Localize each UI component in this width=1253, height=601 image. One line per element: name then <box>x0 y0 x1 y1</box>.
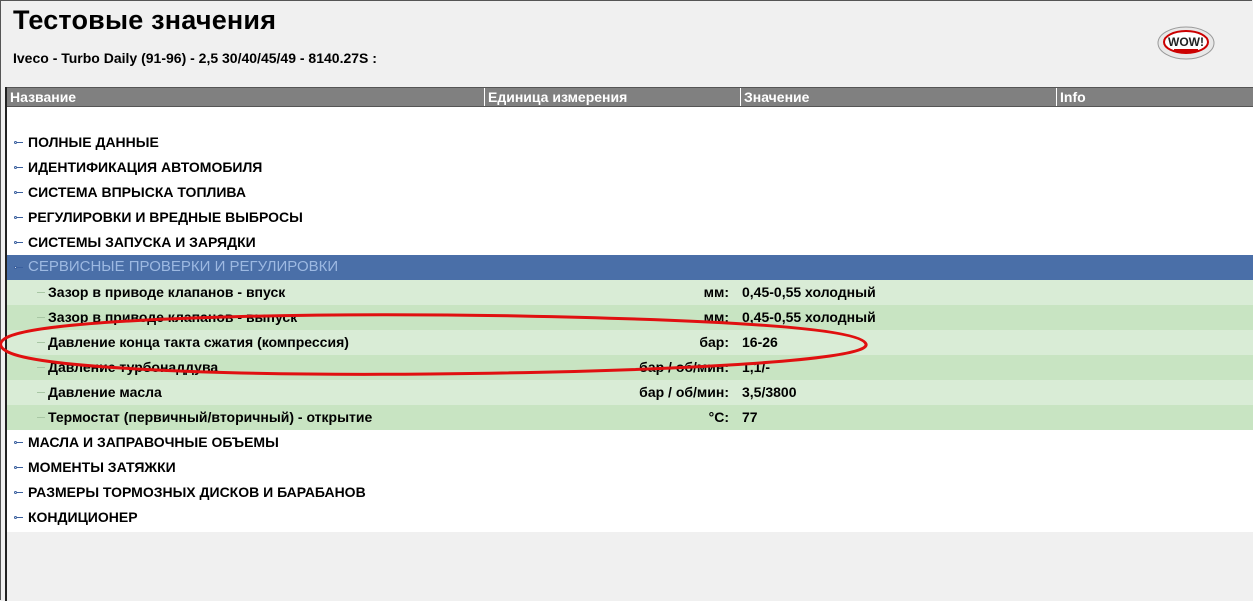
tree-branch-stub <box>37 417 45 418</box>
page-title: Тестовые значения <box>13 5 277 35</box>
item-value: 0,45-0,55 холодный <box>742 284 876 300</box>
item-unit: мм: <box>703 309 729 325</box>
tree-node-icon <box>14 441 23 445</box>
tree-node-icon <box>14 266 23 270</box>
tree-node-icon <box>14 166 23 170</box>
tree-group-label: КОНДИЦИОНЕР <box>28 509 138 525</box>
item-name: Давление конца такта сжатия (компрессия) <box>48 334 349 350</box>
tree-group-service-checks[interactable]: СЕРВИСНЫЕ ПРОВЕРКИ И РЕГУЛИРОВКИ <box>7 255 1253 280</box>
column-info-header[interactable]: Info <box>1056 88 1253 106</box>
item-unit: мм: <box>703 284 729 300</box>
item-value: 16-26 <box>742 334 778 350</box>
column-value-header[interactable]: Значение <box>740 88 1056 106</box>
wow-logo-icon: WOW! <box>1157 26 1215 60</box>
tree-group-brake-discs[interactable]: РАЗМЕРЫ ТОРМОЗНЫХ ДИСКОВ И БАРАБАНОВ <box>7 480 1253 505</box>
tree-group-starting-charging[interactable]: СИСТЕМЫ ЗАПУСКА И ЗАРЯДКИ <box>7 230 1253 255</box>
tree-group-label: РЕГУЛИРОВКИ И ВРЕДНЫЕ ВЫБРОСЫ <box>28 209 303 225</box>
tree-node-icon <box>14 241 23 245</box>
tree-branch-stub <box>37 392 45 393</box>
item-value: 0,45-0,55 холодный <box>742 309 876 325</box>
data-tree: ПОЛНЫЕ ДАННЫЕ ИДЕНТИФИКАЦИЯ АВТОМОБИЛЯ С… <box>7 107 1253 532</box>
item-unit: бар / об/мин: <box>639 359 729 375</box>
item-name: Давление турбонаддува <box>48 359 219 375</box>
column-name-header[interactable]: Название <box>7 88 484 106</box>
item-value: 77 <box>742 409 758 425</box>
tree-group-torques[interactable]: МОМЕНТЫ ЗАТЯЖКИ <box>7 455 1253 480</box>
column-header: Название Единица измерения Значение Info <box>7 87 1253 107</box>
item-name: Зазор в приводе клапанов - выпуск <box>48 309 298 325</box>
tree-branch-stub <box>37 292 45 293</box>
tree-group-full-data[interactable]: ПОЛНЫЕ ДАННЫЕ <box>7 130 1253 155</box>
tree-group-vehicle-id[interactable]: ИДЕНТИФИКАЦИЯ АВТОМОБИЛЯ <box>7 155 1253 180</box>
tree-group-label: РАЗМЕРЫ ТОРМОЗНЫХ ДИСКОВ И БАРАБАНОВ <box>28 484 366 500</box>
tree-node-icon <box>14 466 23 470</box>
tree-group-label: СЕРВИСНЫЕ ПРОВЕРКИ И РЕГУЛИРОВКИ <box>28 258 339 275</box>
item-unit: бар: <box>699 334 729 350</box>
tree-node-icon <box>14 216 23 220</box>
item-name: Термостат (первичный/вторичный) - открыт… <box>48 409 373 425</box>
tree-branch-stub <box>37 367 45 368</box>
tree-group-oils-capacities[interactable]: МАСЛА И ЗАПРАВОЧНЫЕ ОБЪЕМЫ <box>7 430 1253 455</box>
tree-group-air-conditioning[interactable]: КОНДИЦИОНЕР <box>7 505 1253 530</box>
tree-group-label: МОМЕНТЫ ЗАТЯЖКИ <box>28 459 176 475</box>
table-row[interactable]: Термостат (первичный/вторичный) - открыт… <box>7 405 1253 430</box>
tree-branch-stub <box>37 342 45 343</box>
tree-group-fuel-injection[interactable]: СИСТЕМА ВПРЫСКА ТОПЛИВА <box>7 180 1253 205</box>
table-row[interactable]: Зазор в приводе клапанов - выпуск мм: 0,… <box>7 305 1253 330</box>
tree-group-label: ИДЕНТИФИКАЦИЯ АВТОМОБИЛЯ <box>28 159 263 175</box>
empty-area <box>7 532 1253 601</box>
tree-node-icon <box>14 191 23 195</box>
table-row[interactable]: Давление масла бар / об/мин: 3,5/3800 <box>7 380 1253 405</box>
tree-branch-stub <box>37 317 45 318</box>
item-name: Зазор в приводе клапанов - впуск <box>48 284 286 300</box>
tree-group-label: СИСТЕМЫ ЗАПУСКА И ЗАРЯДКИ <box>28 234 256 250</box>
item-value: 1,1/- <box>742 359 771 375</box>
item-name: Давление масла <box>48 384 162 400</box>
table-row[interactable]: Давление конца такта сжатия (компрессия)… <box>7 330 1253 355</box>
item-value: 3,5/3800 <box>742 384 797 400</box>
tree-group-label: СИСТЕМА ВПРЫСКА ТОПЛИВА <box>28 184 246 200</box>
item-unit: °C: <box>708 409 729 425</box>
vehicle-subtitle: Iveco - Turbo Daily (91-96) - 2,5 30/40/… <box>13 50 377 66</box>
tree-node-icon <box>14 491 23 495</box>
tree-group-emissions[interactable]: РЕГУЛИРОВКИ И ВРЕДНЫЕ ВЫБРОСЫ <box>7 205 1253 230</box>
item-unit: бар / об/мин: <box>639 384 729 400</box>
table-row[interactable]: Давление турбонаддува бар / об/мин: 1,1/… <box>7 355 1253 380</box>
tree-node-icon <box>14 141 23 145</box>
table-row[interactable]: Зазор в приводе клапанов - впуск мм: 0,4… <box>7 280 1253 305</box>
column-unit-header[interactable]: Единица измерения <box>484 88 740 106</box>
logo-text: WOW! <box>1168 35 1204 49</box>
tree-group-label: МАСЛА И ЗАПРАВОЧНЫЕ ОБЪЕМЫ <box>28 434 279 450</box>
tree-group-label: ПОЛНЫЕ ДАННЫЕ <box>28 134 159 150</box>
tree-node-icon <box>14 516 23 520</box>
test-values-panel: Название Единица измерения Значение Info… <box>5 87 1253 601</box>
